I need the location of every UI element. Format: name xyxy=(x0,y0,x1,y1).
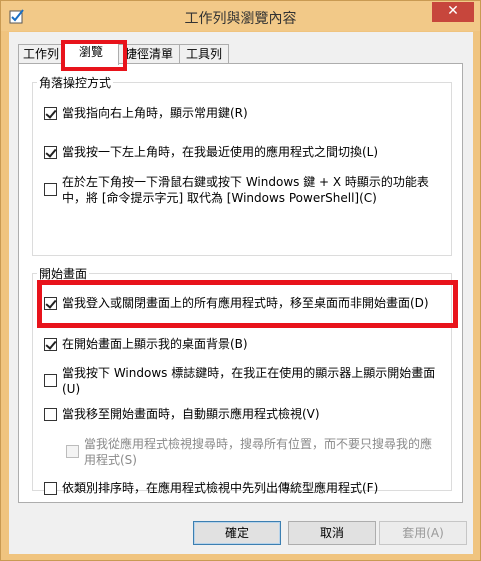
tab-taskbar[interactable]: 工作列 xyxy=(18,44,64,64)
checkbox-replace-command-prompt[interactable] xyxy=(44,183,57,196)
close-button[interactable]: ✕ xyxy=(432,2,474,22)
checkbox-list-desktop-apps-first[interactable] xyxy=(44,482,57,495)
navigation-tab-panel: 角落操控方式 當我指向右上角時，顯示常用鍵(R) 當我按一下左上角時，在我最近使… xyxy=(18,63,463,503)
option-annotation-highlight xyxy=(37,280,458,328)
tab-annotation-highlight xyxy=(61,40,127,71)
ok-button[interactable]: 確定 xyxy=(193,521,281,545)
tab-jump-lists[interactable]: 捷徑清單 xyxy=(118,44,180,64)
dialog-client-area: 工作列 瀏覽 捷徑清單 工具列 角落操控方式 當我指向右上角時，顯示常用鍵(R)… xyxy=(9,32,473,554)
window-title: 工作列與瀏覽內容 xyxy=(184,11,297,27)
checkbox-search-everywhere xyxy=(66,445,79,458)
corner-navigation-title: 角落操控方式 xyxy=(37,74,114,91)
title-bar[interactable]: 工作列與瀏覽內容 ✕ xyxy=(1,1,480,31)
close-icon: ✕ xyxy=(447,3,459,19)
taskbar-navigation-properties-window: 工作列與瀏覽內容 ✕ 工作列 瀏覽 捷徑清單 工具列 角落操控方式 當我指向右上… xyxy=(0,0,481,561)
checkbox-show-charms[interactable] xyxy=(44,107,57,120)
checkbox-start-on-active-display[interactable] xyxy=(44,374,57,387)
checkbox-show-apps-view[interactable] xyxy=(44,408,57,421)
apply-button[interactable]: 套用(A) xyxy=(379,521,467,545)
cancel-button[interactable]: 取消 xyxy=(288,521,376,545)
checkbox-switch-recent-apps[interactable] xyxy=(44,146,57,159)
checkbox-show-desktop-background[interactable] xyxy=(44,338,57,351)
tab-toolbars[interactable]: 工具列 xyxy=(179,44,229,64)
